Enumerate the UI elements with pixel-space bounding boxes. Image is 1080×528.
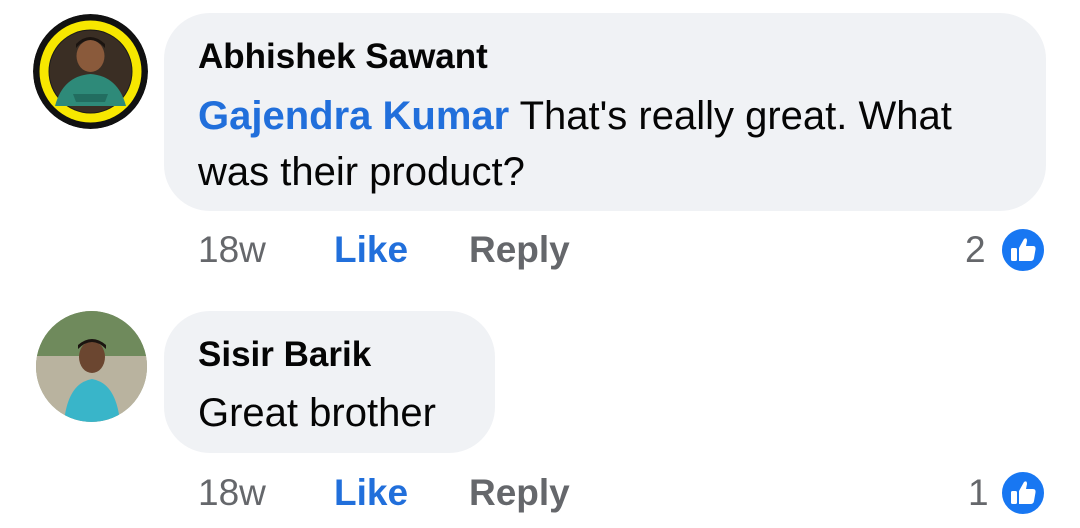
reaction-count[interactable]: 1 (968, 472, 989, 514)
comment-text-line: That's really great. What (509, 94, 952, 138)
comment-actions: 18w Like Reply 1 (0, 470, 1080, 520)
mention-link[interactable]: Gajendra Kumar (198, 94, 509, 138)
comment-text-line: was their product? (198, 150, 525, 194)
reply-button[interactable]: Reply (469, 229, 570, 271)
like-button[interactable]: Like (334, 472, 408, 514)
comment: Sisir Barik Great brother 18w Like Reply… (0, 290, 1080, 528)
reply-button[interactable]: Reply (469, 472, 570, 514)
reaction-count[interactable]: 2 (965, 229, 986, 271)
timestamp[interactable]: 18w (198, 229, 266, 271)
comment-bubble: Abhishek Sawant Gajendra Kumar That's re… (164, 13, 1046, 211)
thumbs-up-icon[interactable] (1000, 470, 1046, 516)
avatar[interactable] (33, 14, 148, 129)
avatar[interactable] (36, 311, 147, 422)
comment: Abhishek Sawant Gajendra Kumar That's re… (0, 0, 1080, 290)
comment-actions: 18w Like Reply 2 (0, 227, 1080, 277)
comment-author[interactable]: Sisir Barik (198, 335, 371, 375)
comment-text: Gajendra Kumar That's really great. What… (198, 88, 1028, 200)
comment-author[interactable]: Abhishek Sawant (198, 37, 488, 77)
comment-text: Great brother (198, 385, 488, 441)
thumbs-up-icon[interactable] (1000, 227, 1046, 273)
comment-text-line: Great brother (198, 391, 436, 435)
timestamp[interactable]: 18w (198, 472, 266, 514)
like-button[interactable]: Like (334, 229, 408, 271)
comment-bubble: Sisir Barik Great brother (164, 311, 495, 453)
